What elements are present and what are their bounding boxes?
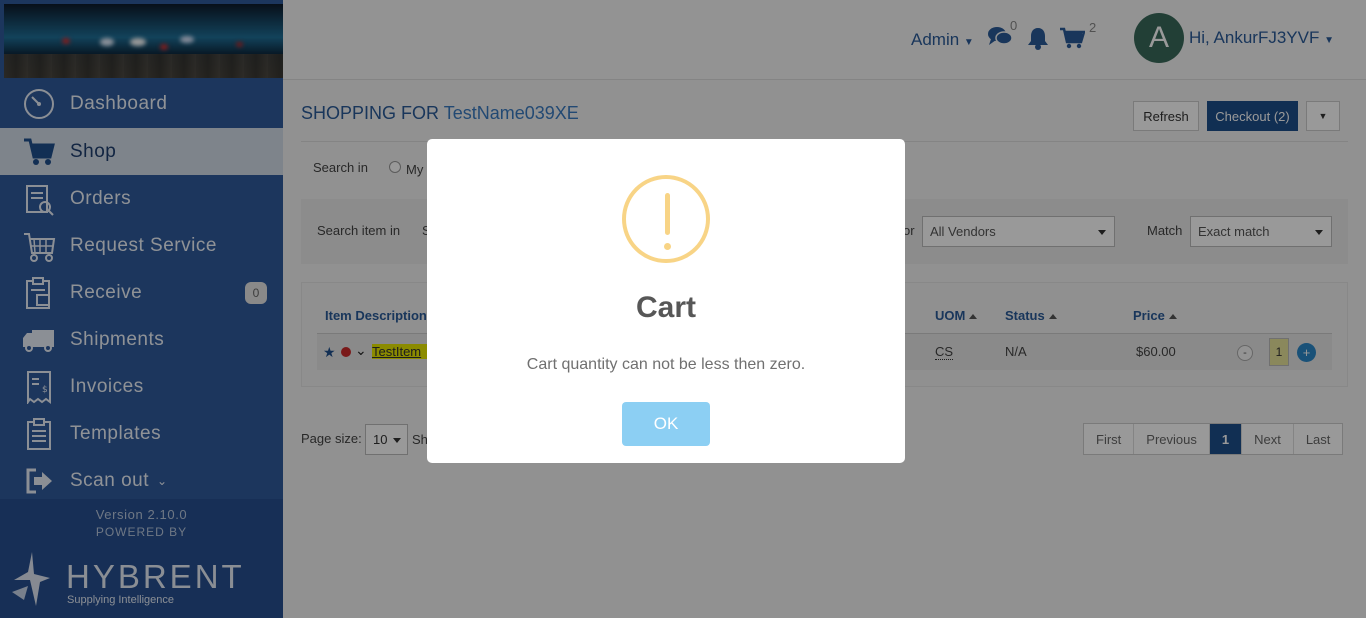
dialog-title: Cart (635, 291, 696, 324)
dialog-message: Cart quantity can not be less then zero. (526, 356, 806, 373)
ok-button[interactable]: OK (622, 402, 710, 446)
warning-icon (622, 175, 710, 263)
cart-alert-dialog: Cart Cart quantity can not be less then … (427, 139, 905, 463)
